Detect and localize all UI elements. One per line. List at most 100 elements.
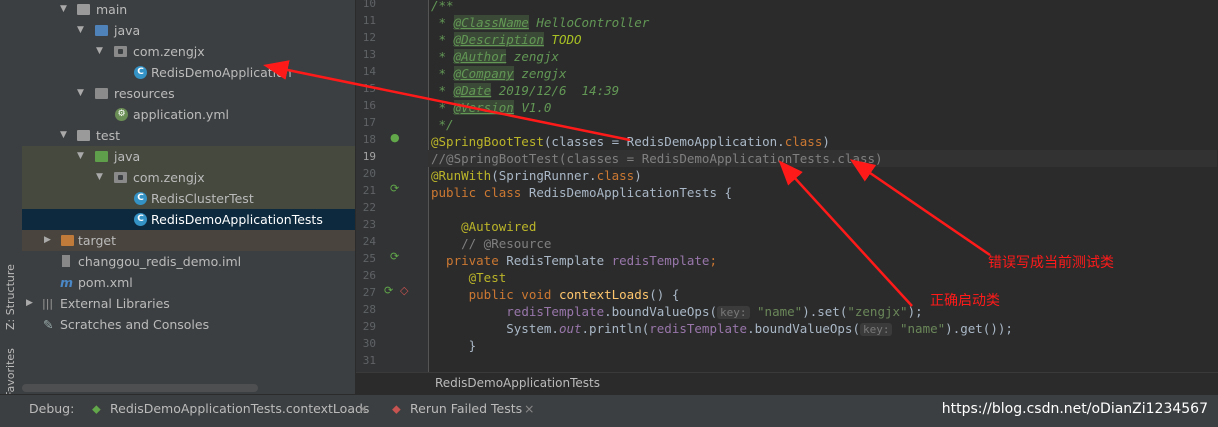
code-text: .boundValueOps(: [604, 304, 717, 319]
code-line-14: * @Company zengjx: [431, 65, 566, 82]
watermark: https://blog.csdn.net/oDianZi1234567: [941, 401, 1208, 417]
tree-item-iml[interactable]: changgou_redis_demo.iml: [22, 251, 355, 272]
breadcrumb-class[interactable]: RedisDemoApplicationTests: [435, 376, 600, 390]
expand-arrow-icon[interactable]: ▼: [96, 167, 103, 188]
code-line-18: @SpringBootTest(classes = RedisDemoAppli…: [431, 133, 830, 150]
keyword: class: [784, 134, 823, 149]
code-editor[interactable]: 10 11 12 13 14 15 16 17 18 19 20 21 22 2…: [356, 0, 1218, 372]
close-icon[interactable]: ×: [358, 401, 368, 416]
code-line-30: }: [431, 337, 477, 354]
code-line-15: * @Date 2019/12/6 14:39: [431, 82, 619, 99]
tree-item-test-package[interactable]: ▼ com.zengjx: [22, 167, 355, 188]
expand-arrow-icon[interactable]: ▼: [77, 146, 84, 167]
code-line-17: */: [431, 116, 454, 133]
line-number: 10: [362, 0, 376, 10]
code-line-13: * @Author zengjx: [431, 48, 559, 65]
doc-tag: @Version: [453, 100, 514, 115]
debug-toolbar: Debug: ⬥ RedisDemoApplicationTests.conte…: [0, 394, 1218, 427]
tree-item-test-java[interactable]: ▼ java: [22, 146, 355, 167]
line-number: 18: [362, 133, 376, 146]
doc-tag: @ClassName: [453, 15, 529, 30]
line-number: 19: [362, 150, 376, 163]
close-icon[interactable]: ×: [524, 401, 534, 416]
string: "zengjx": [847, 304, 908, 319]
doc-comment: /**: [431, 0, 454, 13]
run-test-icon[interactable]: ⟳: [384, 284, 393, 297]
line-number: 12: [362, 31, 376, 44]
horizontal-scrollbar[interactable]: [22, 384, 258, 392]
code-text: ): [634, 168, 642, 183]
tree-item-redis-demo-application-tests[interactable]: C RedisDemoApplicationTests: [22, 209, 355, 230]
string: "name": [749, 304, 803, 319]
annotation: @RunWith: [431, 168, 492, 183]
spring-bean-icon[interactable]: ●: [390, 131, 400, 144]
tree-item-main[interactable]: ▼ main: [22, 0, 355, 20]
keyword: private: [431, 253, 507, 268]
tree-item-redis-demo-application[interactable]: C RedisDemoApplication: [22, 62, 355, 83]
structure-tab[interactable]: Z: Structure: [4, 264, 17, 330]
project-tree: ▼ main ▼ java ▼ com.zengjx C RedisDemoAp…: [22, 0, 356, 394]
tree-item-external-libraries[interactable]: ▶ ||| External Libraries: [22, 293, 355, 314]
code-text: ).set(: [802, 304, 848, 319]
expand-arrow-icon[interactable]: ▼: [77, 83, 84, 104]
code-text: );: [907, 304, 923, 319]
tree-item-java[interactable]: ▼ java: [22, 20, 355, 41]
expand-arrow-icon[interactable]: ▼: [60, 0, 67, 20]
code-text: ): [822, 134, 830, 149]
run-test-icon[interactable]: ⟳: [390, 182, 399, 195]
collapse-arrow-icon[interactable]: ▶: [26, 293, 33, 314]
editor-breadcrumb[interactable]: RedisDemoApplicationTests: [356, 372, 1218, 395]
module-file-icon: [62, 255, 70, 267]
doc-comment: */: [431, 117, 454, 132]
doc-value: HelloController: [528, 15, 650, 30]
code-line-19: //@SpringBootTest(classes = RedisDemoApp…: [428, 150, 1217, 167]
line-number: 16: [362, 99, 376, 112]
code-line-28: redisTemplate.boundValueOps(key: "name")…: [431, 303, 923, 320]
tree-item-resources[interactable]: ▼ resources: [22, 83, 355, 104]
code-line-23: @Autowired: [431, 218, 536, 235]
line-number: 30: [362, 337, 376, 350]
tree-item-target[interactable]: ▶ target: [22, 230, 355, 251]
line-number: 27: [362, 286, 376, 299]
static-field: out: [558, 321, 582, 336]
tree-item-package[interactable]: ▼ com.zengjx: [22, 41, 355, 62]
annotation-right-class: 正确启动类: [930, 293, 1000, 309]
code-line-16: * @Version V1.0: [431, 99, 551, 116]
line-number: 23: [362, 218, 376, 231]
rerun-failed-icon: ⬥: [392, 401, 401, 416]
debug-tab-rerun-failed[interactable]: Rerun Failed Tests: [410, 401, 522, 416]
class-icon: C: [134, 192, 147, 205]
maven-icon: m: [60, 275, 74, 290]
doc-comment: *: [431, 100, 454, 115]
package-icon: [114, 46, 127, 57]
doc-value: V1.0: [513, 100, 552, 115]
folder-icon: [77, 4, 90, 15]
annotation: @Test: [431, 270, 507, 285]
line-comment: //@SpringBootTest(classes = RedisDemoApp…: [431, 151, 883, 166]
tree-item-test[interactable]: ▼ test: [22, 125, 355, 146]
expand-arrow-icon[interactable]: ▼: [60, 125, 67, 146]
doc-tag: @Author: [453, 49, 507, 64]
tree-item-scratches[interactable]: ✎ Scratches and Consoles: [22, 314, 355, 335]
breakpoint-diamond-icon[interactable]: ◇: [400, 284, 408, 297]
expand-arrow-icon[interactable]: ▼: [77, 20, 84, 41]
tree-item-pom[interactable]: m pom.xml: [22, 272, 355, 293]
doc-value: 2019/12/6 14:39: [491, 83, 620, 98]
autowired-bean-icon[interactable]: ⟳: [390, 250, 399, 263]
tree-item-application-yml[interactable]: ⚙ application.yml: [22, 104, 355, 125]
annotation-wrong-class: 错误写成当前测试类: [988, 255, 1114, 271]
debug-label: Debug:: [29, 401, 75, 416]
debug-tab-context-loads[interactable]: RedisDemoApplicationTests.contextLoads: [110, 401, 369, 416]
expand-arrow-icon[interactable]: ▼: [96, 41, 103, 62]
code-line-12: * @Description TODO: [431, 31, 582, 48]
folder-icon: [77, 130, 90, 141]
doc-todo: TODO: [543, 32, 582, 47]
line-number: 26: [362, 269, 376, 282]
line-number: 24: [362, 235, 376, 248]
collapse-arrow-icon[interactable]: ▶: [44, 230, 51, 251]
line-number: 11: [362, 14, 376, 27]
code-text: () {: [649, 287, 680, 302]
tree-item-redis-cluster-test[interactable]: C RedisClusterTest: [22, 188, 355, 209]
doc-comment: *: [431, 66, 454, 81]
annotation: @SpringBootTest: [431, 134, 544, 149]
